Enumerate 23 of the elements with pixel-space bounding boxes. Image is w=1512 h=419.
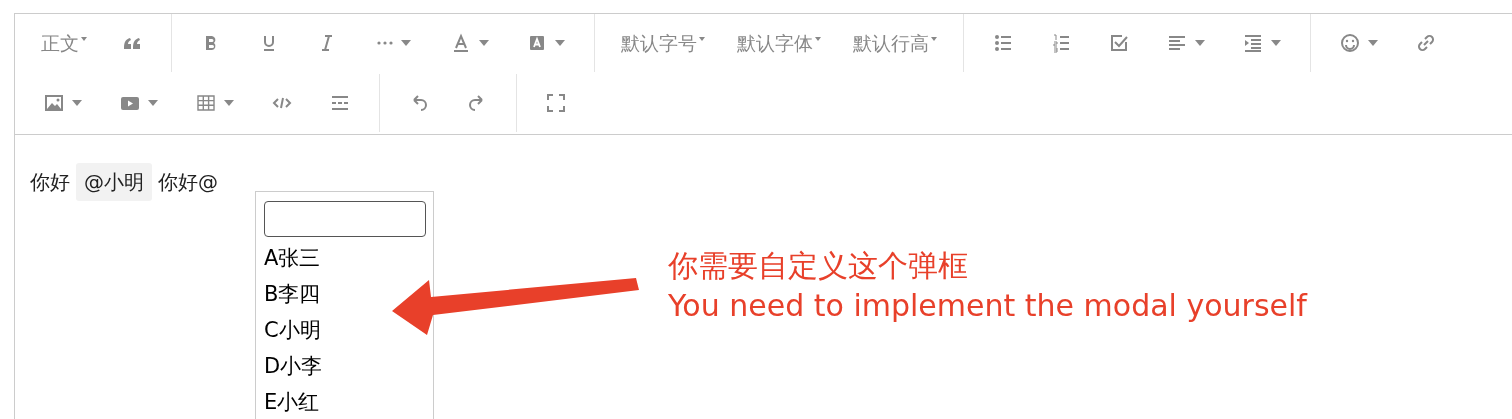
font-color-icon: [451, 33, 471, 53]
toolbar-dropdown[interactable]: 正文: [31, 23, 97, 63]
toolbar-dropdown[interactable]: 默认字号: [611, 23, 715, 63]
mention-option[interactable]: E小红: [264, 384, 320, 419]
toolbar-dropdown[interactable]: 默认字体: [727, 23, 831, 63]
input-field[interactable]: [264, 201, 426, 237]
mention-option[interactable]: A张三: [264, 240, 321, 276]
mention-option[interactable]: B李四: [264, 276, 321, 312]
table-icon: [196, 93, 216, 113]
indent-icon: [1243, 33, 1263, 53]
highlight-icon: [527, 33, 547, 53]
annotation-text: 你需要自定义这个弹框: [668, 247, 969, 285]
annotation-text: You need to implement the modal yourself: [668, 287, 1307, 325]
editor-text: 你好: [30, 169, 70, 196]
editor-text: 你好@: [158, 169, 218, 196]
more-icon: [377, 41, 393, 45]
smiley-icon: [1340, 33, 1360, 53]
mention-tag: @小明: [76, 163, 152, 201]
toolbar-dropdown[interactable]: 默认行高: [843, 23, 947, 63]
mention-option[interactable]: C小明: [264, 312, 321, 348]
mention-option[interactable]: D小李: [264, 348, 323, 384]
align-left-icon: [1167, 33, 1187, 53]
image-icon: [44, 93, 64, 113]
